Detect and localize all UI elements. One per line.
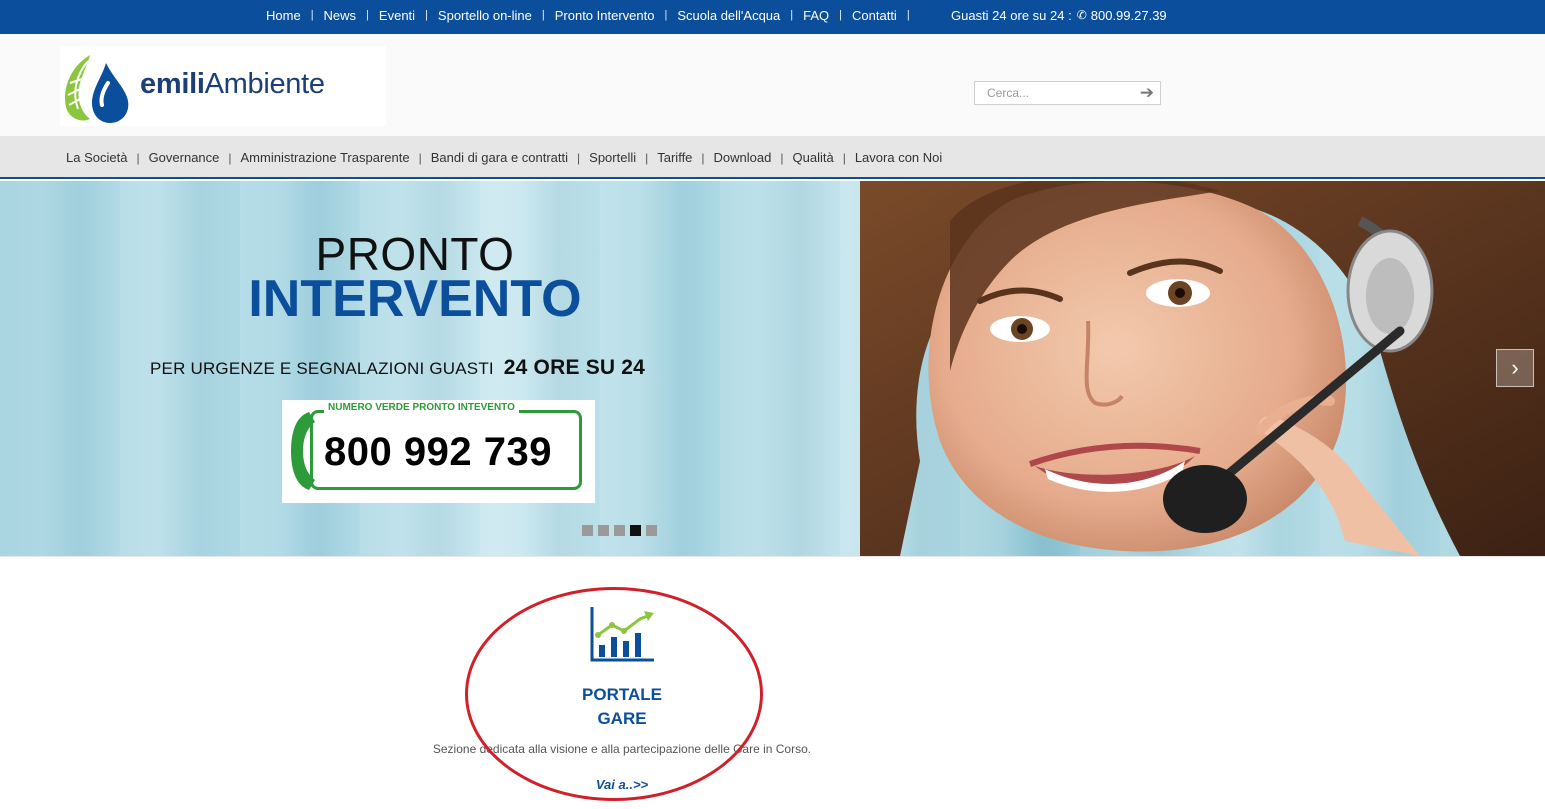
separator: | xyxy=(228,150,232,165)
separator: | xyxy=(310,9,314,21)
separator: | xyxy=(541,9,545,21)
separator: | xyxy=(701,150,705,165)
logo-text-regular: Ambiente xyxy=(204,68,325,100)
topnav-eventi[interactable]: Eventi xyxy=(379,8,415,23)
topnav-sportello-online[interactable]: Sportello on-line xyxy=(438,8,532,23)
top-nav: Home | News | Eventi | Sportello on-line… xyxy=(266,0,920,30)
separator: | xyxy=(842,150,846,165)
nav-tariffe[interactable]: Tariffe xyxy=(657,150,692,165)
topnav-faq[interactable]: FAQ xyxy=(803,8,829,23)
logo-text: emiliAmbiente xyxy=(140,68,325,101)
slider-dot-4[interactable] xyxy=(630,525,641,536)
separator: | xyxy=(906,9,910,21)
separator: | xyxy=(780,150,784,165)
topnav-home[interactable]: Home xyxy=(266,8,301,23)
toll-free-badge[interactable]: NUMERO VERDE PRONTO INTEVENTO 800 992 73… xyxy=(282,400,595,503)
separator: | xyxy=(577,150,581,165)
growth-chart-icon[interactable] xyxy=(588,605,658,663)
operator-photo xyxy=(860,181,1545,556)
topnav-pronto-intervento[interactable]: Pronto Intervento xyxy=(555,8,655,23)
hero-slider: PRONTO INTERVENTO PER URGENZE E SEGNALAZ… xyxy=(0,181,1545,556)
separator: | xyxy=(136,150,140,165)
separator: | xyxy=(425,9,428,21)
chevron-right-icon: › xyxy=(1511,355,1519,380)
portal-title-line1: PORTALE xyxy=(582,685,662,704)
water-drop-leaf-icon xyxy=(65,55,129,123)
hero-subtitle-text: PER URGENZE E SEGNALAZIONI GUASTI xyxy=(150,359,494,378)
hotline-number[interactable]: 800.99.27.39 xyxy=(1091,8,1167,23)
slider-dot-2[interactable] xyxy=(598,525,609,536)
nav-download[interactable]: Download xyxy=(714,150,772,165)
hotline: Guasti 24 ore su 24 : ✆ 800.99.27.39 xyxy=(951,0,1167,30)
nav-la-societa[interactable]: La Società xyxy=(66,150,127,165)
top-bar: Home | News | Eventi | Sportello on-line… xyxy=(0,0,1545,34)
logo[interactable]: emiliAmbiente xyxy=(60,46,386,126)
separator: | xyxy=(839,9,843,21)
hero-subtitle-strong: 24 ORE SU 24 xyxy=(503,356,646,379)
portal-link[interactable]: Vai a..>> xyxy=(522,777,722,792)
nav-governance[interactable]: Governance xyxy=(149,150,220,165)
nav-bandi-di-gara[interactable]: Bandi di gara e contratti xyxy=(431,150,568,165)
search-input[interactable] xyxy=(975,82,1125,104)
badge-label: NUMERO VERDE PRONTO INTEVENTO xyxy=(324,402,519,413)
hero-title-line2: INTERVENTO xyxy=(248,270,582,328)
nav-lavora-con-noi[interactable]: Lavora con Noi xyxy=(855,150,942,165)
slider-next-button[interactable]: › xyxy=(1496,349,1534,387)
separator: | xyxy=(790,9,794,21)
slider-dot-1[interactable] xyxy=(582,525,593,536)
phone-handset-icon xyxy=(291,412,315,490)
portal-title-line2: GARE xyxy=(597,709,647,728)
nav-sportelli[interactable]: Sportelli xyxy=(589,150,636,165)
slider-dots xyxy=(582,525,657,536)
phone-icon: ✆ xyxy=(1076,8,1087,22)
topnav-contatti[interactable]: Contatti xyxy=(852,8,897,23)
search-box: ➔ xyxy=(974,81,1161,105)
topnav-news[interactable]: News xyxy=(324,8,357,23)
portal-title[interactable]: PORTALE GARE xyxy=(522,683,722,731)
nav-qualita[interactable]: Qualità xyxy=(793,150,834,165)
portal-description: Sezione dedicata alla visione e alla par… xyxy=(432,742,812,756)
separator: | xyxy=(418,150,422,165)
hotline-label: Guasti 24 ore su 24 : xyxy=(951,7,1072,23)
badge-number: 800 992 739 xyxy=(324,430,552,474)
nav-amministrazione-trasparente[interactable]: Amministrazione Trasparente xyxy=(241,150,410,165)
topnav-scuola-acqua[interactable]: Scuola dell'Acqua xyxy=(677,8,780,23)
site-header: emiliAmbiente ➔ xyxy=(0,34,1545,136)
slider-dot-5[interactable] xyxy=(646,525,657,536)
separator: | xyxy=(664,9,668,21)
separator: | xyxy=(366,9,369,21)
slider-dot-3[interactable] xyxy=(614,525,625,536)
arrow-right-icon[interactable]: ➔ xyxy=(1140,83,1154,103)
divider xyxy=(0,556,1545,557)
main-nav: La Società | Governance | Amministrazion… xyxy=(0,136,1545,179)
hero-subtitle: PER URGENZE E SEGNALAZIONI GUASTI 24 ORE… xyxy=(150,356,645,380)
logo-text-bold: emili xyxy=(140,68,205,100)
separator: | xyxy=(645,150,649,165)
